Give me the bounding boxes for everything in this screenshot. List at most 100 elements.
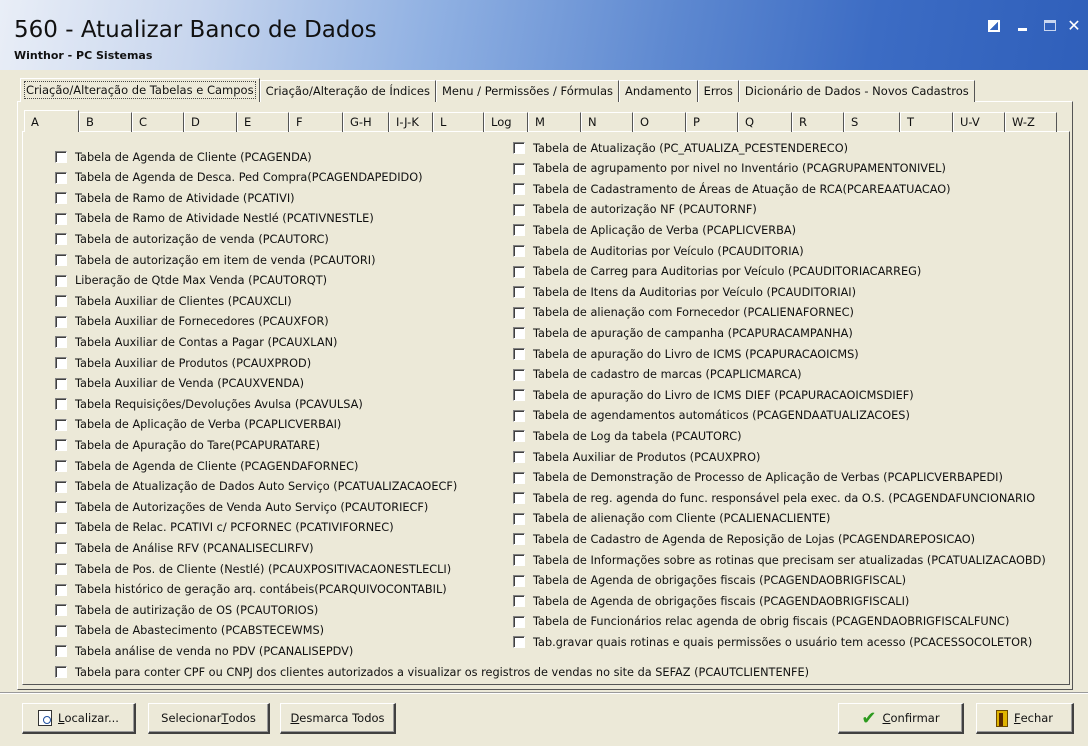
- checkbox[interactable]: [55, 274, 67, 287]
- checkbox[interactable]: [55, 583, 67, 596]
- close-icon[interactable]: ✕: [1064, 16, 1084, 36]
- tab-letter-6[interactable]: G-H: [343, 112, 389, 132]
- tab-letter-13[interactable]: P: [686, 112, 738, 132]
- checkbox[interactable]: [513, 306, 525, 319]
- checkbox[interactable]: [513, 430, 525, 443]
- selecionar-todos-button[interactable]: Selecionar Todos: [148, 703, 270, 734]
- checkbox[interactable]: [513, 162, 525, 175]
- table-checkbox-row[interactable]: Tabela de alienação com Cliente (PCALIEN…: [513, 512, 830, 526]
- table-checkbox-row[interactable]: Tabela de Agenda de obrigações fiscais (…: [513, 594, 909, 608]
- checkbox[interactable]: [55, 480, 67, 493]
- tab-letter-14[interactable]: Q: [738, 112, 792, 132]
- table-checkbox-row[interactable]: Tabela de reg. agenda do func. responsáv…: [513, 491, 1035, 505]
- tab-letter-2[interactable]: C: [132, 112, 184, 132]
- table-checkbox-row[interactable]: Tabela de Aplicação de Verba (PCAPLICVER…: [55, 418, 341, 432]
- checkbox[interactable]: [55, 460, 67, 472]
- localizar-button[interactable]: Localizar...: [22, 703, 136, 734]
- table-checkbox-row[interactable]: Tabela de Atualização (PC_ATUALIZA_PCEST…: [513, 141, 848, 155]
- checkbox[interactable]: [513, 492, 525, 505]
- table-checkbox-row[interactable]: Tabela Auxiliar de Contas a Pagar (PCAUX…: [55, 335, 337, 349]
- tab-letter-9[interactable]: Log: [484, 112, 528, 132]
- tab-letter-19[interactable]: W-Z: [1005, 112, 1057, 132]
- checkbox[interactable]: [513, 595, 525, 608]
- checkbox[interactable]: [55, 336, 67, 349]
- table-checkbox-row[interactable]: Tabela de alienação com Fornecedor (PCAL…: [513, 306, 854, 320]
- tab-main-3[interactable]: Andamento: [618, 80, 698, 102]
- table-checkbox-row[interactable]: Tabela Auxiliar de Fornecedores (PCAUXFO…: [55, 315, 329, 329]
- table-checkbox-row[interactable]: Tabela de Análise RFV (PCANALISECLIRFV): [55, 541, 314, 555]
- table-checkbox-row[interactable]: Tabela de Agenda de Desca. Ped Compra(PC…: [55, 171, 423, 185]
- table-checkbox-row[interactable]: Tabela Auxiliar de Produtos (PCAUXPRO): [513, 450, 760, 464]
- checkbox[interactable]: [513, 512, 525, 525]
- tab-letter-18[interactable]: U-V: [953, 112, 1005, 132]
- checkbox[interactable]: [513, 265, 525, 278]
- table-checkbox-row[interactable]: Tabela de agrupamento por nivel no Inven…: [513, 162, 946, 176]
- table-checkbox-row[interactable]: Tabela para conter CPF ou CNPJ dos clien…: [55, 665, 809, 679]
- checkbox[interactable]: [55, 563, 67, 575]
- confirmar-button[interactable]: ✔ Confirmar: [838, 703, 964, 734]
- tab-main-5[interactable]: Dicionário de Dados - Novos Cadastros: [738, 80, 975, 102]
- checkbox[interactable]: [513, 533, 525, 546]
- table-checkbox-row[interactable]: Tabela de Atualização de Dados Auto Serv…: [55, 480, 457, 494]
- checkbox[interactable]: [513, 183, 525, 196]
- table-checkbox-row[interactable]: Tabela de apuração do Livro de ICMS DIEF…: [513, 388, 914, 402]
- table-checkbox-row[interactable]: Tabela de Auditorias por Veículo (PCAUDI…: [513, 244, 804, 258]
- checkbox[interactable]: [513, 554, 525, 566]
- table-checkbox-row[interactable]: Tabela Auxiliar de Clientes (PCAUXCLI): [55, 294, 292, 308]
- checkbox[interactable]: [513, 471, 525, 484]
- table-checkbox-row[interactable]: Tabela de Itens da Auditorias por Veícul…: [513, 285, 856, 299]
- tab-letter-17[interactable]: T: [900, 112, 953, 132]
- checkbox[interactable]: [55, 624, 67, 637]
- table-checkbox-row[interactable]: Tabela de Autorizações de Venda Auto Ser…: [55, 500, 428, 514]
- table-checkbox-row[interactable]: Tab.gravar quais rotinas e quais permiss…: [513, 635, 1032, 649]
- checkbox[interactable]: [513, 327, 525, 340]
- checkbox[interactable]: [55, 254, 67, 266]
- tab-letter-11[interactable]: N: [581, 112, 633, 132]
- tab-letter-12[interactable]: O: [633, 112, 686, 132]
- checkbox[interactable]: [513, 574, 525, 587]
- tab-main-4[interactable]: Erros: [697, 80, 739, 102]
- checkbox[interactable]: [55, 501, 67, 514]
- minimize-icon[interactable]: [1012, 16, 1032, 36]
- tab-letter-16[interactable]: S: [844, 112, 900, 132]
- table-checkbox-row[interactable]: Tabela de Pos. de Cliente (Nestlé) (PCAU…: [55, 562, 451, 576]
- table-checkbox-row[interactable]: Tabela de autorização de venda (PCAUTORC…: [55, 232, 329, 246]
- table-checkbox-row[interactable]: Tabela de Ramo de Atividade Nestlé (PCAT…: [55, 212, 374, 226]
- restore-icon[interactable]: [984, 16, 1004, 36]
- tab-letter-0[interactable]: A: [24, 110, 79, 132]
- checkbox[interactable]: [513, 203, 525, 216]
- tab-letter-7[interactable]: I-J-K: [389, 112, 433, 132]
- tab-letter-1[interactable]: B: [79, 112, 132, 132]
- table-checkbox-row[interactable]: Tabela de Cadastro de Agenda de Reposiçã…: [513, 532, 975, 546]
- checkbox[interactable]: [513, 636, 525, 649]
- checkbox[interactable]: [55, 666, 67, 678]
- table-checkbox-row[interactable]: Tabela de autorização NF (PCAUTORNF): [513, 203, 757, 217]
- tab-letter-8[interactable]: L: [433, 112, 484, 132]
- tab-main-2[interactable]: Menu / Permissões / Fórmulas: [435, 80, 619, 102]
- checkbox[interactable]: [513, 615, 525, 628]
- checkbox[interactable]: [513, 224, 525, 237]
- tab-letter-4[interactable]: E: [237, 112, 289, 132]
- maximize-icon[interactable]: [1040, 16, 1060, 36]
- table-checkbox-row[interactable]: Tabela de Log da tabela (PCAUTORC): [513, 429, 742, 443]
- table-checkbox-row[interactable]: Tabela histórico de geração arq. contábe…: [55, 583, 447, 597]
- table-checkbox-row[interactable]: Tabela de autirização de OS (PCAUTORIOS): [55, 603, 318, 617]
- tab-letter-3[interactable]: D: [184, 112, 237, 132]
- table-checkbox-row[interactable]: Tabela de apuração de campanha (PCAPURAC…: [513, 326, 853, 340]
- table-checkbox-row[interactable]: Tabela de Relac. PCATIVI c/ PCFORNEC (PC…: [55, 521, 394, 535]
- checkbox[interactable]: [513, 245, 525, 257]
- table-checkbox-row[interactable]: Tabela de Cadastramento de Áreas de Atua…: [513, 182, 951, 196]
- table-checkbox-row[interactable]: Tabela de Agenda de Cliente (PCAGENDAFOR…: [55, 459, 358, 473]
- table-checkbox-row[interactable]: Tabela de apuração do Livro de ICMS (PCA…: [513, 347, 859, 361]
- checkbox[interactable]: [513, 451, 525, 463]
- table-checkbox-row[interactable]: Tabela de Aplicação de Verba (PCAPLICVER…: [513, 223, 796, 237]
- tab-main-0[interactable]: Criação/Alteração de Tabelas e Campos: [20, 78, 260, 102]
- desmarca-todos-button[interactable]: Desmarca Todos: [280, 703, 396, 734]
- tab-letter-15[interactable]: R: [792, 112, 844, 132]
- table-checkbox-row[interactable]: Tabela Auxiliar de Venda (PCAUXVENDA): [55, 377, 304, 391]
- table-checkbox-row[interactable]: Tabela de Carreg para Auditorias por Veí…: [513, 265, 921, 279]
- table-checkbox-row[interactable]: Tabela de cadastro de marcas (PCAPLICMAR…: [513, 368, 801, 382]
- table-checkbox-row[interactable]: Tabela de Apuração do Tare(PCAPURATARE): [55, 438, 320, 452]
- checkbox[interactable]: [513, 142, 525, 154]
- tab-letter-5[interactable]: F: [289, 112, 343, 132]
